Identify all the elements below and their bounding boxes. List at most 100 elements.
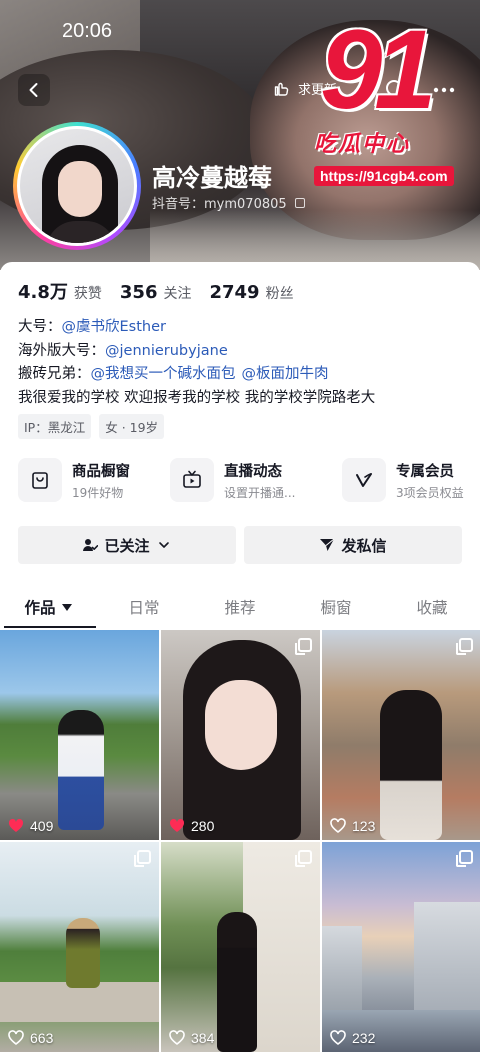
avatar[interactable] — [13, 122, 141, 250]
post-like-count: 384 — [191, 1030, 215, 1046]
post-thumbnail[interactable]: 409 — [0, 630, 159, 840]
post-like-count: 409 — [30, 818, 54, 834]
service-subtitle: 设置开播通... — [224, 485, 296, 500]
content-tabs: 作品 日常 推荐 橱窗 收藏 — [0, 588, 480, 628]
post-like-count: 663 — [30, 1030, 54, 1046]
stat-value: 2749 — [209, 282, 260, 303]
tab-favorites[interactable]: 收藏 — [384, 588, 480, 628]
post-thumbnail[interactable]: 123 — [322, 630, 480, 840]
send-icon — [320, 538, 335, 551]
tab-label: 日常 — [128, 599, 160, 617]
shop-bag-icon — [32, 472, 48, 489]
multi-image-icon — [456, 638, 473, 655]
watermark-logo: 91 吃瓜中心 https://91cgb4.com — [312, 14, 474, 186]
tab-works[interactable]: 作品 — [0, 588, 96, 628]
bio-line: 大号： @虞书欣Esther — [18, 316, 468, 340]
service-icon-box — [170, 458, 214, 502]
bio-mention-link[interactable]: @我想买一个碱水面包 — [91, 363, 236, 387]
tab-recommend[interactable]: 推荐 — [192, 588, 288, 628]
followed-label: 已关注 — [104, 536, 150, 555]
post-thumbnail[interactable]: 663 — [0, 842, 159, 1052]
watermark-url: https://91cgb4.com — [314, 166, 454, 186]
heart-filled-icon — [169, 818, 185, 832]
heart-outline-icon — [330, 818, 346, 834]
profile-bio: 大号： @虞书欣Esther 海外版大号： @jennierubyjane 搬砖… — [18, 316, 468, 410]
post-like-count: 232 — [352, 1030, 376, 1046]
service-shop-window[interactable]: 商品橱窗 19件好物 — [18, 458, 170, 502]
chevron-down-icon — [158, 542, 169, 548]
post-photo-subject — [217, 912, 257, 1052]
post-like-count: 123 — [352, 818, 376, 834]
heart-filled-icon — [8, 818, 24, 832]
profile-stats: 4.8万 获赞 356 关注 2749 粉丝 — [18, 278, 294, 304]
post-photo-subject — [205, 680, 277, 770]
bio-prefix: 搬砖兄弟： — [18, 366, 91, 382]
post-likes: 280 — [169, 818, 214, 834]
ip-location-chip: IP：黑龙江 — [18, 414, 92, 439]
stat-label: 关注 — [163, 286, 192, 302]
posts-grid: 409 280 123 663 384 232 — [0, 630, 480, 1052]
tab-label: 作品 — [24, 599, 56, 617]
bio-mention-link[interactable]: @板面加牛肉 — [242, 363, 329, 387]
back-button[interactable] — [18, 74, 50, 106]
stat-followers[interactable]: 2749 粉丝 — [209, 282, 293, 303]
profile-panel: 4.8万 获赞 356 关注 2749 粉丝 大号： @虞书欣Esther 海外… — [0, 262, 480, 1052]
bio-mention-link[interactable]: @虞书欣Esther — [62, 316, 166, 340]
service-subtitle: 3项会员权益 — [396, 485, 464, 500]
stat-likes[interactable]: 4.8万 获赞 — [18, 278, 102, 304]
tv-icon — [183, 470, 201, 488]
stat-following[interactable]: 356 关注 — [120, 282, 192, 303]
post-photo-subject — [0, 982, 159, 1022]
multi-image-icon — [456, 850, 473, 867]
tab-label: 推荐 — [224, 599, 256, 617]
service-title: 直播动态 — [224, 463, 282, 480]
service-membership[interactable]: 专属会员 3项会员权益 — [342, 458, 470, 502]
service-title: 专属会员 — [396, 463, 454, 480]
stat-label: 粉丝 — [265, 286, 294, 302]
service-icon-box — [18, 458, 62, 502]
douyin-id-text: 抖音号：mym070805 — [152, 197, 287, 212]
profile-nickname: 高冷蔓越莓 — [152, 164, 272, 192]
bio-prefix: 海外版大号： — [18, 342, 105, 359]
post-likes: 663 — [8, 1030, 53, 1046]
post-likes: 384 — [169, 1030, 214, 1046]
followed-button[interactable]: 已关注 — [18, 526, 236, 564]
multi-image-icon — [134, 850, 151, 867]
douyin-id[interactable]: 抖音号：mym070805 — [152, 193, 305, 212]
status-time: 20:06 — [62, 20, 113, 42]
bio-mention-link[interactable]: @jennierubyjane — [105, 340, 228, 364]
bio-line: 搬砖兄弟： @我想买一个碱水面包 @板面加牛肉 — [18, 363, 468, 387]
avatar-photo-part — [58, 161, 102, 217]
post-photo-subject — [322, 926, 362, 1012]
send-message-label: 发私信 — [341, 536, 387, 555]
post-thumbnail[interactable]: 232 — [322, 842, 480, 1052]
post-photo-subject — [66, 918, 100, 988]
tab-showcase[interactable]: 橱窗 — [288, 588, 384, 628]
post-photo-subject — [58, 710, 104, 830]
service-subtitle: 19件好物 — [72, 485, 124, 500]
tab-daily[interactable]: 日常 — [96, 588, 192, 628]
post-thumbnail[interactable]: 280 — [161, 630, 320, 840]
service-title: 商品橱窗 — [72, 463, 130, 480]
post-photo-subject — [380, 690, 442, 840]
copy-icon[interactable] — [294, 197, 305, 208]
chevron-left-icon — [29, 83, 38, 97]
service-live[interactable]: 直播动态 设置开播通... — [170, 458, 342, 502]
watermark-number: 91 — [320, 7, 437, 132]
caret-down-icon — [61, 604, 72, 611]
stat-value: 356 — [119, 282, 158, 303]
profile-chips: IP：黑龙江 女 · 19岁 — [18, 414, 165, 439]
post-likes: 123 — [330, 818, 375, 834]
post-photo-subject — [414, 902, 480, 1012]
bio-text: 我很爱我的学校 欢迎报考我的学校 我的学校学院路老大 — [18, 389, 376, 406]
post-likes: 409 — [8, 818, 53, 834]
v-member-icon — [356, 473, 372, 487]
stat-value: 4.8万 — [18, 282, 68, 303]
post-thumbnail[interactable]: 384 — [161, 842, 320, 1052]
post-likes: 232 — [330, 1030, 375, 1046]
send-message-button[interactable]: 发私信 — [244, 526, 462, 564]
user-check-icon — [83, 539, 99, 551]
multi-image-icon — [295, 638, 312, 655]
tab-label: 收藏 — [416, 599, 448, 617]
multi-image-icon — [295, 850, 312, 867]
